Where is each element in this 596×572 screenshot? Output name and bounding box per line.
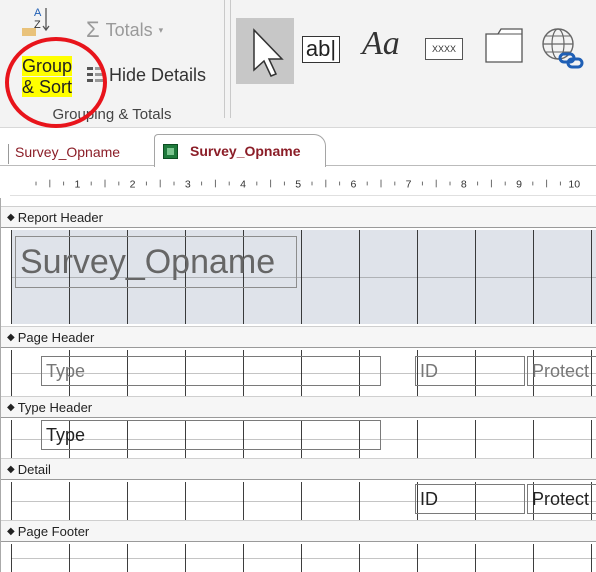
grid-line [417,420,418,458]
sigma-icon: Σ [86,17,100,42]
grid-line [475,420,476,458]
ruler-number: 4 [240,178,246,190]
band-arrow-icon: ◆ [7,211,15,223]
band-page-header[interactable]: ◆ Page Header [1,326,596,348]
ribbon-group-separator [224,0,225,118]
grid-line [359,230,360,324]
grid-line [475,544,476,572]
band-arrow-icon: ◆ [7,463,15,475]
grid-line [11,350,12,396]
tab-control-icon[interactable] [484,26,524,64]
document-tab-bar: Survey_Opname Survey_Opname [0,128,596,167]
page-header-section[interactable]: Type ID Protect [11,350,596,396]
grid-line [185,482,186,520]
protect-column-label[interactable]: Protect [527,356,596,386]
grid-line [127,544,128,572]
text-box-control[interactable]: ab| [302,36,340,63]
tab-label: Survey_Opname [15,144,121,160]
ruler-number: 6 [350,178,356,190]
sort-az-icon[interactable]: A Z [22,4,50,36]
hyperlink-globe-icon[interactable] [540,26,584,72]
ribbon: A Z Σ Totals ▾ Group & Sort Hide Details… [0,0,596,128]
band-arrow-icon: ◆ [7,525,15,537]
grid-line [11,482,12,520]
grid-line [243,482,244,520]
id-textbox[interactable]: ID [415,484,525,514]
grid-line [301,482,302,520]
report-design-surface: ◆ Report Header Survey_Opname ◆ Page Hea… [0,198,596,572]
report-icon [163,143,178,159]
hide-details-label: Hide Details [109,64,207,85]
annotation-circle [5,37,107,128]
totals-label: Totals [105,19,153,40]
ruler-number: 3 [185,178,191,190]
svg-text:A: A [34,7,42,19]
detail-section[interactable]: ID Protect [11,482,596,520]
chevron-down-icon: ▾ [158,24,164,35]
grid-line [591,544,592,572]
band-label: Detail [17,461,51,477]
band-label: Page Footer [17,523,90,539]
grid-line [69,544,70,572]
grid-line [243,544,244,572]
grid-line [301,544,302,572]
tab-label: Survey_Opname [190,143,301,159]
grid-line [11,420,12,458]
band-type-header[interactable]: ◆ Type Header [1,396,596,418]
band-arrow-icon: ◆ [7,331,15,343]
label-control[interactable]: Aa [362,25,400,63]
totals-button[interactable]: Σ Totals ▾ [86,16,163,44]
ruler-number: 10 [568,178,580,190]
grid-line [533,544,534,572]
grid-line [359,544,360,572]
type-column-label[interactable]: Type [41,356,381,386]
grid-line [591,230,592,324]
report-title-label[interactable]: Survey_Opname [15,236,297,288]
protect-textbox[interactable]: Protect [527,484,596,514]
grid-line [591,420,592,458]
ruler-number: 2 [130,178,136,190]
pointer-arrow-icon [253,28,284,77]
ribbon-group-separator [230,0,231,118]
report-header-section[interactable]: Survey_Opname [11,230,596,324]
band-label: Page Header [17,329,95,345]
band-detail[interactable]: ◆ Detail [1,458,596,480]
horizontal-ruler: 1 2 3 4 5 6 7 8 9 10 [10,178,596,196]
ruler-number: 1 [74,178,80,190]
grid-line [417,544,418,572]
svg-text:Z: Z [34,19,41,31]
grid-line [475,230,476,324]
grid-line [301,230,302,324]
grid-line [359,482,360,520]
band-report-header[interactable]: ◆ Report Header [1,206,596,228]
grid-line [69,482,70,520]
type-group-textbox[interactable]: Type [41,420,381,450]
grid-line [417,230,418,324]
grid-line [11,558,596,559]
band-page-footer[interactable]: ◆ Page Footer [1,520,596,542]
grid-line [127,482,128,520]
grid-line [185,544,186,572]
tab-survey-opname-query[interactable]: Survey_Opname [8,144,120,164]
band-arrow-icon: ◆ [7,401,15,413]
band-label: Type Header [17,399,93,415]
select-pointer-control[interactable] [236,18,294,84]
ruler-number: 8 [461,178,467,190]
type-header-section[interactable]: Type [11,420,596,458]
id-column-label[interactable]: ID [415,356,525,386]
grid-line [533,230,534,324]
band-label: Report Header [17,209,103,225]
tab-survey-opname-report[interactable]: Survey_Opname [154,134,326,167]
grid-line [533,420,534,458]
grid-line [11,230,12,324]
ruler-number: 7 [406,178,412,190]
button-control[interactable]: XXXX [425,38,463,60]
ruler-number: 5 [295,178,301,190]
page-footer-section[interactable] [11,544,596,572]
ruler-number: 9 [516,178,522,190]
grid-line [11,544,12,572]
